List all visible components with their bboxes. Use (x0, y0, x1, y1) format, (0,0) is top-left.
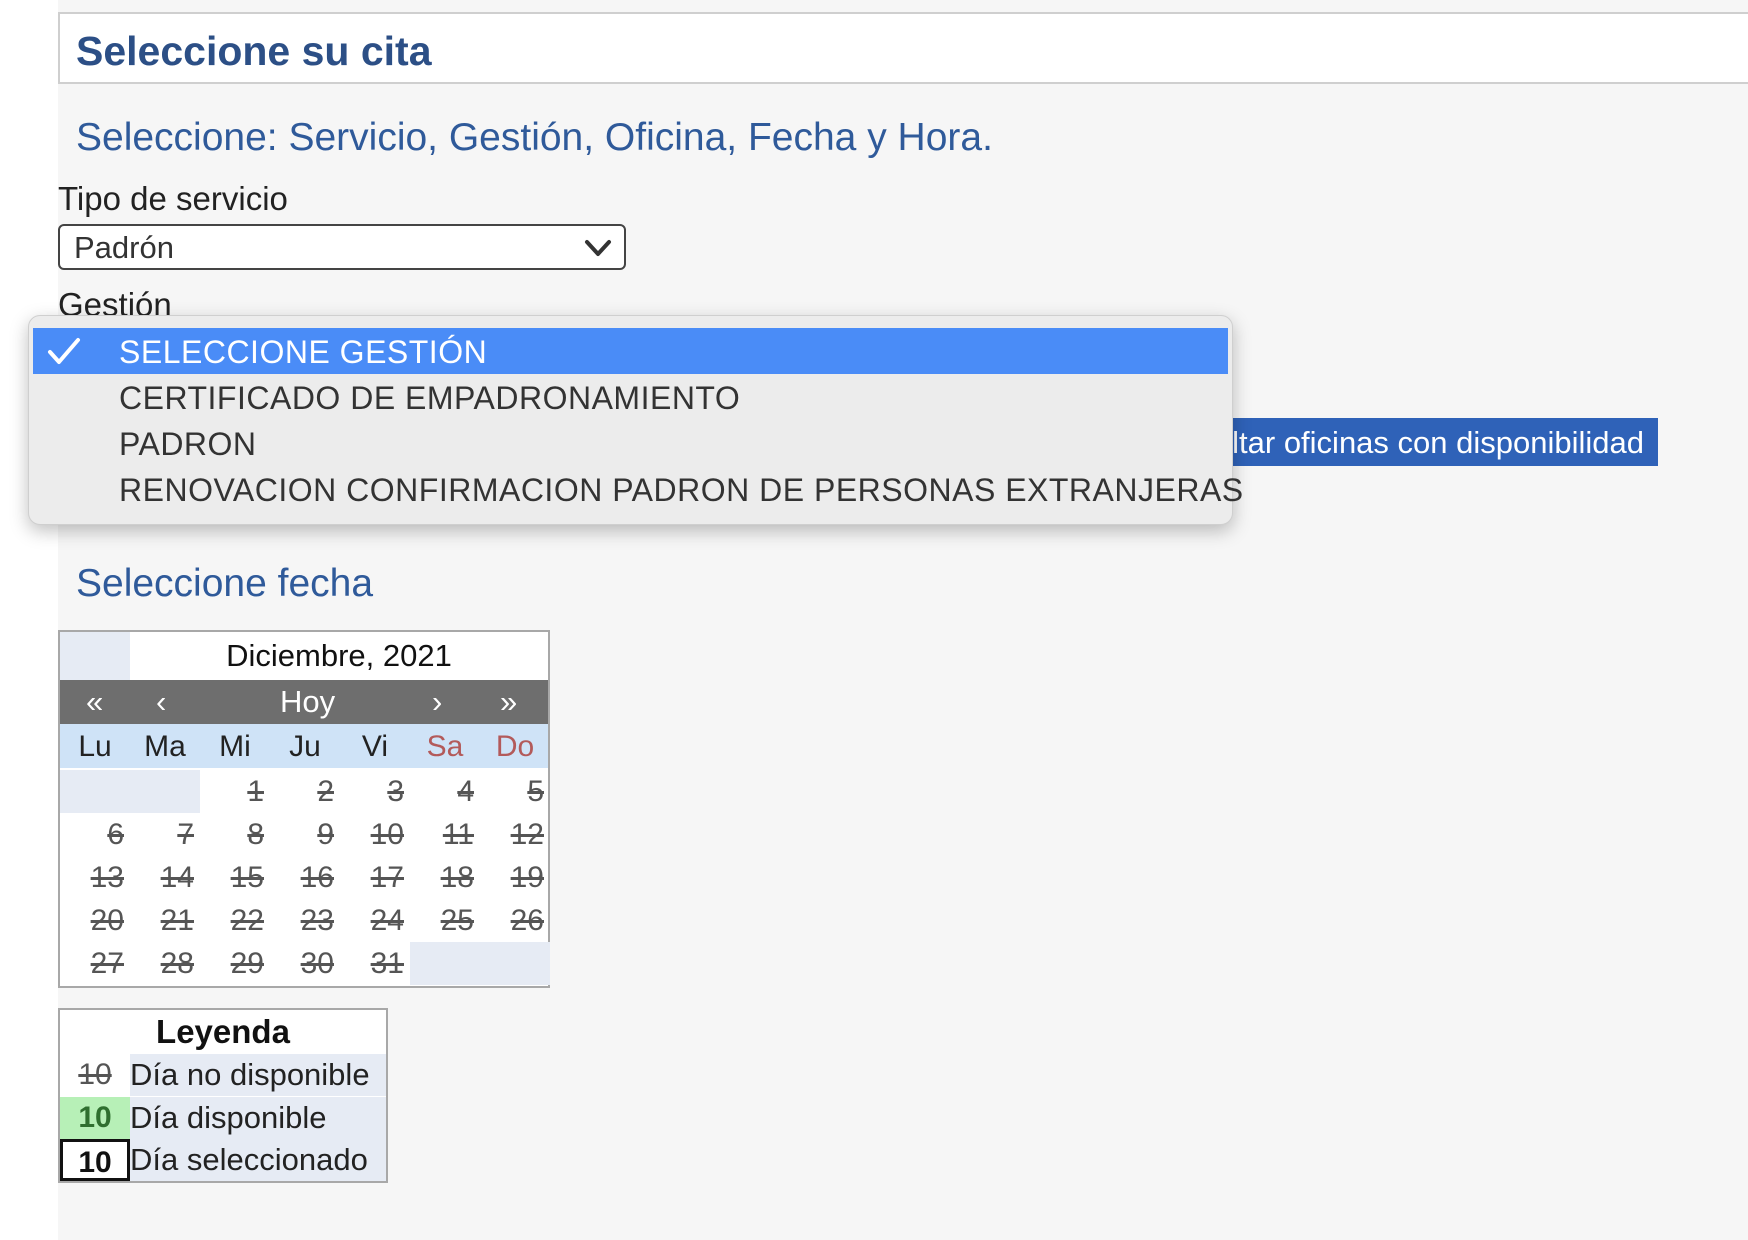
check-offices-button[interactable]: Consultar oficinas con disponibilidad (1228, 418, 1658, 466)
weekday-label: Vi (361, 730, 389, 763)
calendar-day-unavailable: 21 (160, 904, 194, 937)
weekday-label: Mi (219, 730, 251, 763)
calendar-day-unavailable: 11 (442, 818, 474, 851)
calendar-day-unavailable: 1 (247, 775, 264, 808)
calendar-day-unavailable: 12 (510, 818, 544, 851)
calendar: Diciembre, 2021 « ‹ Hoy › » Lu Ma Mi Ju … (58, 630, 550, 988)
check-offices-label: Consultar oficinas con disponibilidad (1228, 425, 1644, 460)
gestion-option-label: RENOVACION CONFIRMACION PADRON DE PERSON… (119, 472, 1244, 508)
calendar-day-unavailable: 14 (160, 861, 194, 894)
calendar-day-unavailable: 30 (300, 947, 334, 980)
service-type-label: Tipo de servicio (58, 180, 288, 217)
today-button[interactable]: Hoy (280, 684, 335, 720)
calendar-day-unavailable: 9 (317, 818, 334, 851)
page-margin (0, 0, 58, 1240)
calendar-day-unavailable: 29 (230, 947, 264, 980)
checkmark-icon (48, 338, 80, 364)
service-type-value: Padrón (74, 230, 174, 265)
weekday-label-weekend: Sa (426, 730, 464, 763)
gestion-option-label: SELECCIONE GESTIÓN (119, 334, 488, 370)
weekday-label: Lu (78, 730, 112, 763)
calendar-day-unavailable: 22 (230, 904, 264, 937)
page-title: Seleccione su cita (76, 28, 432, 74)
calendar-days-grid: 1 2 3 4 5 6 7 8 9 10 11 12 13 14 15 16 17 18 19 20 21 22 23 24 2… (60, 770, 550, 988)
legend-available-sample: 10 (60, 1097, 130, 1139)
calendar-day-unavailable: 4 (457, 775, 474, 808)
gestion-option[interactable]: SELECCIONE GESTIÓN (33, 328, 1228, 374)
legend-title: Leyenda (156, 1013, 290, 1050)
calendar-empty-cell (130, 770, 200, 813)
prev-month-button[interactable]: ‹ (156, 684, 166, 720)
gestion-option-label: PADRON (119, 426, 257, 462)
calendar-day-unavailable: 25 (440, 904, 474, 937)
calendar-nav-bar: « ‹ Hoy › » (60, 680, 548, 724)
calendar-day-unavailable: 23 (300, 904, 334, 937)
calendar-day-unavailable: 20 (90, 904, 124, 937)
calendar-day-unavailable: 18 (440, 861, 474, 894)
calendar-day-unavailable: 28 (160, 947, 194, 980)
weekday-label-weekend: Do (495, 730, 535, 763)
calendar-day-unavailable: 26 (510, 904, 544, 937)
legend-available-label: Día disponible (130, 1097, 386, 1139)
calendar-day-unavailable: 31 (370, 947, 404, 980)
gestion-dropdown-list[interactable]: SELECCIONE GESTIÓN CERTIFICADO DE EMPADR… (28, 315, 1243, 525)
calendar-day-unavailable: 16 (300, 861, 334, 894)
gestion-option[interactable]: CERTIFICADO DE EMPADRONAMIENTO (33, 374, 1228, 420)
calendar-empty-cell (480, 942, 550, 985)
calendar-day-unavailable: 2 (317, 775, 334, 808)
gestion-option-label: CERTIFICADO DE EMPADRONAMIENTO (119, 380, 741, 416)
weekday-label: Ju (289, 730, 321, 763)
calendar-day-unavailable: 13 (90, 861, 124, 894)
weekday-label: Ma (144, 730, 186, 763)
calendar-weekday-header: Lu Ma Mi Ju Vi Sa Do (60, 724, 548, 768)
service-type-select[interactable]: Padrón (58, 224, 626, 270)
prev-year-button[interactable]: « (86, 684, 103, 720)
legend-selected-label: Día seleccionado (130, 1139, 386, 1181)
calendar-month-title: Diciembre, 2021 (226, 638, 452, 673)
calendar-day-unavailable: 3 (387, 775, 404, 808)
calendar-empty-cell (60, 770, 130, 813)
calendar-day-unavailable: 10 (370, 818, 404, 851)
calendar-day-unavailable: 15 (230, 861, 264, 894)
calendar-day-unavailable: 27 (90, 947, 124, 980)
calendar-day-unavailable: 24 (370, 904, 404, 937)
gestion-option[interactable]: RENOVACION CONFIRMACION PADRON DE PERSON… (33, 466, 1243, 512)
calendar-empty-cell (410, 942, 480, 985)
instructions-subtitle: Seleccione: Servicio, Gestión, Oficina, … (76, 116, 993, 159)
calendar-day-unavailable: 5 (527, 775, 544, 808)
next-month-button[interactable]: › (432, 684, 442, 720)
calendar-day-unavailable: 6 (107, 818, 124, 851)
legend-unavailable-sample: 10 (78, 1058, 112, 1091)
next-year-button[interactable]: » (500, 684, 517, 720)
calendar-day-unavailable: 19 (510, 861, 544, 894)
calendar-legend: Leyenda 10 Día no disponible 10 Día disp… (58, 1008, 388, 1183)
calendar-day-unavailable: 8 (247, 818, 264, 851)
legend-selected-sample: 10 (60, 1139, 130, 1181)
legend-unavailable-label: Día no disponible (130, 1054, 386, 1096)
gestion-option[interactable]: PADRON (33, 420, 1228, 466)
date-section-title: Seleccione fecha (76, 562, 374, 605)
calendar-day-unavailable: 17 (370, 861, 404, 894)
chevron-down-icon (585, 240, 611, 256)
calendar-title-corner (60, 632, 130, 680)
calendar-day-unavailable: 7 (177, 818, 194, 851)
